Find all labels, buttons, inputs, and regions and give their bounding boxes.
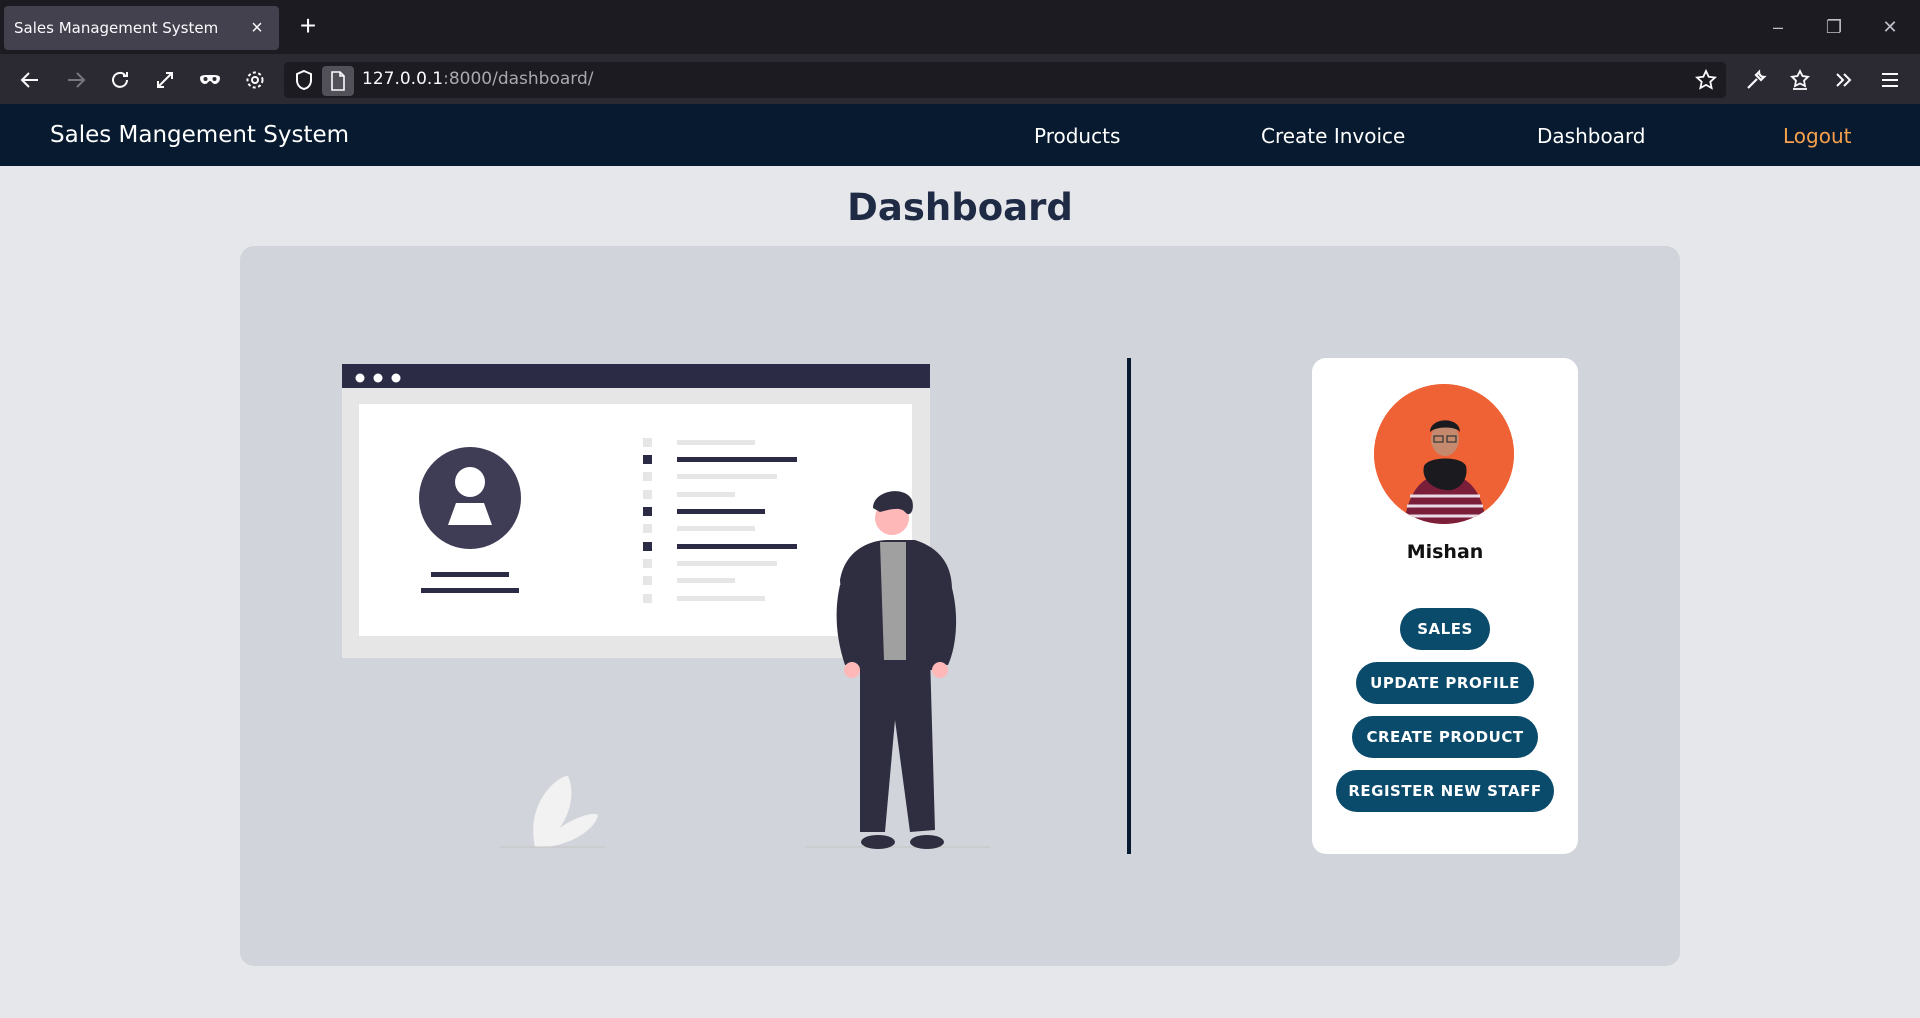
tab-title: Sales Management System bbox=[14, 19, 219, 37]
page-info-icon[interactable] bbox=[322, 66, 354, 96]
restore-button[interactable]: ❐ bbox=[1814, 12, 1854, 42]
reload-icon[interactable] bbox=[106, 66, 134, 94]
register-new-staff-button[interactable]: REGISTER NEW STAFF bbox=[1336, 770, 1554, 812]
url-path: :8000/dashboard/ bbox=[443, 69, 594, 89]
nav-dashboard-link[interactable]: Dashboard bbox=[1537, 124, 1646, 148]
url-host: 127.0.0.1 bbox=[362, 69, 444, 89]
profile-username: Mishan bbox=[1406, 541, 1484, 563]
minimize-button[interactable]: – bbox=[1758, 12, 1798, 42]
url-text[interactable]: 127.0.0.1:8000/dashboard/ bbox=[362, 69, 594, 89]
private-mask-icon[interactable] bbox=[196, 66, 224, 94]
shield-icon[interactable] bbox=[290, 66, 318, 94]
create-product-button[interactable]: CREATE PRODUCT bbox=[1352, 716, 1538, 758]
sales-button[interactable]: SALES bbox=[1400, 608, 1490, 650]
nav-products-link[interactable]: Products bbox=[1034, 124, 1120, 148]
nav-logout-link[interactable]: Logout bbox=[1783, 124, 1851, 148]
menu-hamburger-icon[interactable] bbox=[1876, 66, 1904, 94]
nav-create-invoice-link[interactable]: Create Invoice bbox=[1261, 124, 1405, 148]
update-profile-button[interactable]: UPDATE PROFILE bbox=[1356, 662, 1534, 704]
dashboard-illustration bbox=[342, 364, 990, 849]
site-brand[interactable]: Sales Mangement System bbox=[50, 122, 349, 148]
extensions-icon[interactable] bbox=[1786, 66, 1814, 94]
fullscreen-icon[interactable] bbox=[151, 66, 179, 94]
browser-tabstrip bbox=[0, 0, 1920, 54]
overflow-chevron-icon[interactable] bbox=[1830, 66, 1858, 94]
page-title: Dashboard bbox=[847, 186, 1073, 229]
wrench-icon[interactable] bbox=[1742, 66, 1770, 94]
close-window-button[interactable]: ✕ bbox=[1870, 12, 1910, 42]
new-tab-button[interactable]: + bbox=[294, 12, 322, 40]
settings-gear-icon[interactable] bbox=[241, 66, 269, 94]
forward-icon[interactable] bbox=[62, 66, 90, 94]
user-avatar bbox=[1374, 384, 1514, 524]
back-icon[interactable] bbox=[16, 66, 44, 94]
panel-divider bbox=[1127, 358, 1131, 854]
browser-tab[interactable]: Sales Management System × bbox=[4, 6, 279, 50]
close-tab-icon[interactable]: × bbox=[245, 17, 269, 40]
bookmark-star-icon[interactable] bbox=[1692, 66, 1720, 94]
